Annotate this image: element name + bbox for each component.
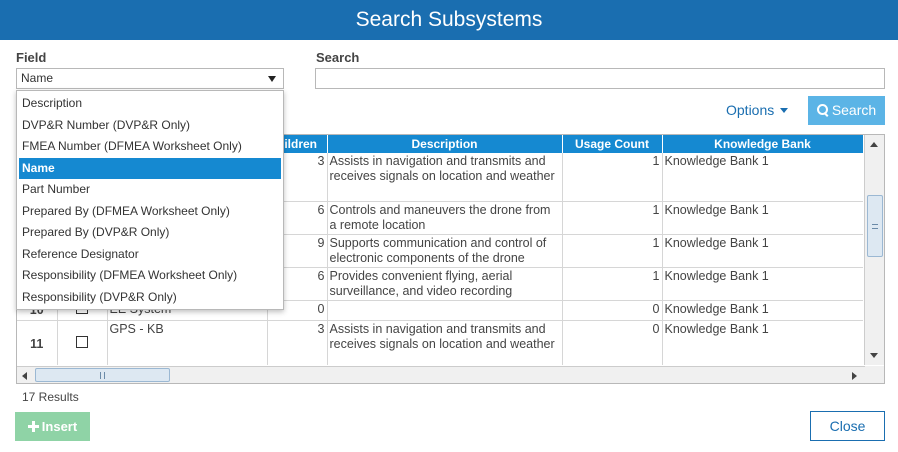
options-label: Options <box>726 102 775 118</box>
row-children: 3 <box>267 320 328 365</box>
search-icon <box>816 104 829 116</box>
scrollbar-corner <box>865 366 884 383</box>
scroll-down-button[interactable] <box>867 348 882 363</box>
field-label: Field <box>16 50 47 65</box>
row-usage-count: 1 <box>562 153 663 202</box>
caret-down-icon <box>780 108 789 113</box>
dropdown-option-description[interactable]: Description <box>17 93 283 115</box>
row-knowledge-bank: Knowledge Bank 1 <box>662 267 863 301</box>
scroll-up-button[interactable] <box>867 137 882 152</box>
row-description: Provides convenient flying, aerial surve… <box>327 267 563 301</box>
dropdown-option-name[interactable]: Name <box>19 157 281 179</box>
results-count: 17 Results <box>22 390 79 404</box>
insert-button[interactable]: Insert <box>15 412 90 441</box>
arrow-down-icon <box>870 353 878 358</box>
dropdown-option-prepared-by-dvpr[interactable]: Prepared By (DVP&R Only) <box>17 222 283 244</box>
arrow-right-icon[interactable] <box>852 372 857 380</box>
row-usage-count: 1 <box>562 267 663 301</box>
horizontal-scroll-thumb[interactable] <box>35 368 170 382</box>
plus-icon <box>27 421 39 432</box>
row-usage-count: 1 <box>562 201 663 235</box>
search-label: Search <box>316 50 360 65</box>
chevron-down-icon <box>268 76 276 82</box>
column-header-description[interactable]: Description <box>327 135 563 153</box>
vertical-scroll-thumb[interactable] <box>867 195 883 257</box>
arrow-up-icon <box>870 142 878 147</box>
dropdown-option-prepared-by-dfmea[interactable]: Prepared By (DFMEA Worksheet Only) <box>17 201 283 223</box>
row-usage-count: 0 <box>562 320 663 365</box>
row-name: GPS - KB <box>107 320 268 365</box>
insert-button-label: Insert <box>41 419 78 434</box>
dropdown-option-part-number[interactable]: Part Number <box>17 179 283 201</box>
row-description <box>327 300 563 321</box>
row-usage-count: 0 <box>562 300 663 321</box>
dropdown-option-reference-designator[interactable]: Reference Designator <box>17 244 283 266</box>
field-dropdown-list: Description DVP&R Number (DVP&R Only) FM… <box>16 90 284 310</box>
row-knowledge-bank: Knowledge Bank 1 <box>662 300 863 321</box>
search-input[interactable] <box>315 68 885 89</box>
dropdown-option-responsibility-dfmea[interactable]: Responsibility (DFMEA Worksheet Only) <box>17 265 283 287</box>
column-header-knowledge-bank[interactable]: Knowledge Bank <box>662 135 863 153</box>
dropdown-option-fmea-number[interactable]: FMEA Number (DFMEA Worksheet Only) <box>17 136 283 158</box>
close-button[interactable]: Close <box>810 411 885 441</box>
options-dropdown[interactable]: Options <box>726 102 789 118</box>
field-select-value: Name <box>21 71 54 85</box>
horizontal-scrollbar[interactable] <box>17 366 884 383</box>
row-checkbox[interactable] <box>76 336 88 348</box>
arrow-left-icon[interactable] <box>22 372 27 380</box>
row-knowledge-bank: Knowledge Bank 1 <box>662 153 863 202</box>
column-header-usage-count[interactable]: Usage Count <box>562 135 663 153</box>
row-description: Assists in navigation and transmits and … <box>327 153 563 202</box>
row-number: 11 <box>17 320 58 365</box>
row-usage-count: 1 <box>562 234 663 268</box>
row-knowledge-bank: Knowledge Bank 1 <box>662 201 863 235</box>
search-button[interactable]: Search <box>808 96 885 125</box>
field-select[interactable]: Name <box>16 68 284 89</box>
table-row[interactable]: 11 GPS - KB 3 Assists in navigation and … <box>17 320 863 365</box>
search-button-label: Search <box>831 102 877 118</box>
dropdown-option-responsibility-dvpr[interactable]: Responsibility (DVP&R Only) <box>17 287 283 309</box>
vertical-scrollbar[interactable] <box>864 135 884 365</box>
row-description: Supports communication and control of el… <box>327 234 563 268</box>
dropdown-option-dvpr-number[interactable]: DVP&R Number (DVP&R Only) <box>17 115 283 137</box>
dialog-title: Search Subsystems <box>0 0 898 40</box>
row-description: Assists in navigation and transmits and … <box>327 320 563 365</box>
row-knowledge-bank: Knowledge Bank 1 <box>662 320 863 365</box>
row-knowledge-bank: Knowledge Bank 1 <box>662 234 863 268</box>
row-description: Controls and maneuvers the drone from a … <box>327 201 563 235</box>
